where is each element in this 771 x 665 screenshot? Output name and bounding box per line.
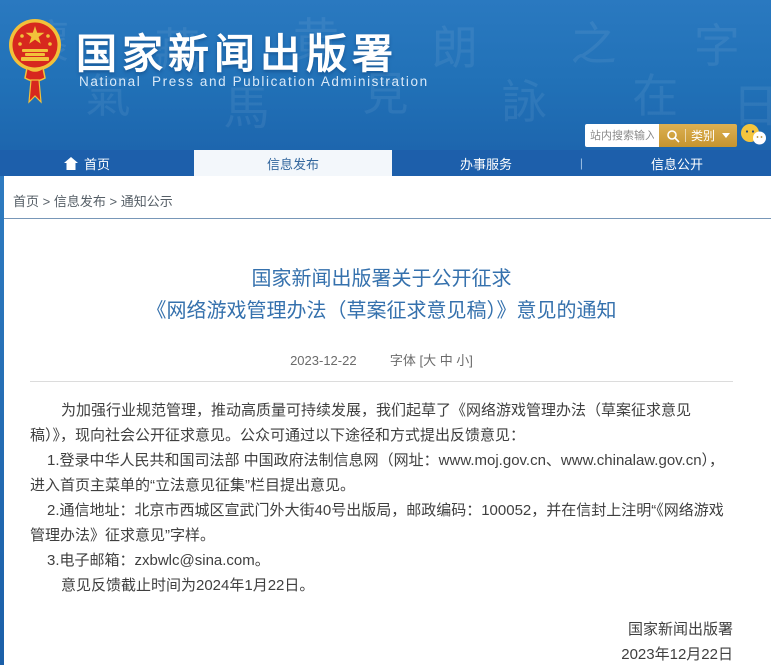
nav-item-label: 首页 <box>84 154 110 173</box>
signature-date: 2023年12月22日 <box>30 642 733 665</box>
nav-item-services[interactable]: 办事服务 <box>460 154 512 173</box>
nav-item-label: 信息发布 <box>267 154 319 173</box>
wechat-icon[interactable] <box>740 124 767 146</box>
publish-date: 2023-12-22 <box>290 353 357 368</box>
nav-separator: | <box>580 156 583 170</box>
home-icon <box>64 157 78 170</box>
site-search: 类别 <box>585 124 737 147</box>
article: 国家新闻出版署关于公开征求 《网络游戏管理办法（草案征求意见稿）》意见的通知 2… <box>0 263 771 665</box>
breadcrumb: 首页 > 信息发布 > 通知公示 <box>0 176 771 219</box>
site-banner: 懷氣藏馬黄見朗詠之在字日 国家新闻出版署 National Press and … <box>0 0 771 150</box>
article-paragraph: 1.登录中华人民共和国司法部 中国政府法制信息网（网址：www.moj.gov.… <box>30 448 733 498</box>
article-paragraph: 2.通信地址：北京市西城区宣武门外大街40号出版局，邮政编码：100052，并在… <box>30 498 733 548</box>
category-dropdown[interactable]: 类别 <box>691 127 715 144</box>
breadcrumb-item[interactable]: 信息发布 <box>54 194 106 209</box>
article-paragraph: 意见反馈截止时间为2024年1月22日。 <box>30 573 733 598</box>
nav-item-info-disclosure[interactable]: 信息公开 <box>651 154 703 173</box>
title-line-1: 国家新闻出版署关于公开征求 <box>30 263 733 295</box>
search-divider <box>685 129 686 142</box>
site-subtitle: National Press and Publication Administr… <box>79 74 429 89</box>
page-content: 首页 > 信息发布 > 通知公示 国家新闻出版署关于公开征求 《网络游戏管理办法… <box>0 176 771 665</box>
title-line-2: 《网络游戏管理办法（草案征求意见稿）》意见的通知 <box>30 295 733 327</box>
article-paragraph: 为加强行业规范管理，推动高质量可持续发展，我们起草了《网络游戏管理办法（草案征求… <box>30 398 733 448</box>
signature-org: 国家新闻出版署 <box>30 617 733 642</box>
page-title: 国家新闻出版署关于公开征求 《网络游戏管理办法（草案征求意见稿）》意见的通知 <box>30 263 733 327</box>
search-icon[interactable] <box>666 129 680 143</box>
nav-tab-info-release[interactable]: 信息发布 <box>194 150 392 176</box>
main-nav: 首页 信息发布 办事服务 | 信息公开 <box>0 150 771 176</box>
nav-item-home[interactable]: 首页 <box>64 150 194 176</box>
national-emblem-logo <box>9 16 61 106</box>
meta-divider <box>30 381 733 382</box>
font-size-label: 字体 <box>390 353 416 368</box>
font-size-options[interactable]: [大 中 小] <box>419 353 472 368</box>
article-paragraph: 3.电子邮箱：zxbwlc@sina.com。 <box>30 548 733 573</box>
article-meta: 2023-12-22 字体 [大 中 小] <box>30 350 733 369</box>
decor-char: 詠 <box>501 66 547 132</box>
decor-char: 在 <box>632 60 678 126</box>
breadcrumb-item: 通知公示 <box>121 194 173 209</box>
search-input[interactable] <box>585 124 659 147</box>
breadcrumb-item[interactable]: 首页 <box>13 194 39 209</box>
decor-char: 朗 <box>432 12 478 78</box>
article-body: 为加强行业规范管理，推动高质量可持续发展，我们起草了《网络游戏管理办法（草案征求… <box>30 398 733 598</box>
decor-char: 之 <box>571 8 617 74</box>
decor-char: 字 <box>694 10 740 76</box>
signature-block: 国家新闻出版署 2023年12月22日 <box>30 617 733 665</box>
site-title: 国家新闻出版署 <box>76 20 398 80</box>
chevron-down-icon[interactable] <box>722 133 730 138</box>
